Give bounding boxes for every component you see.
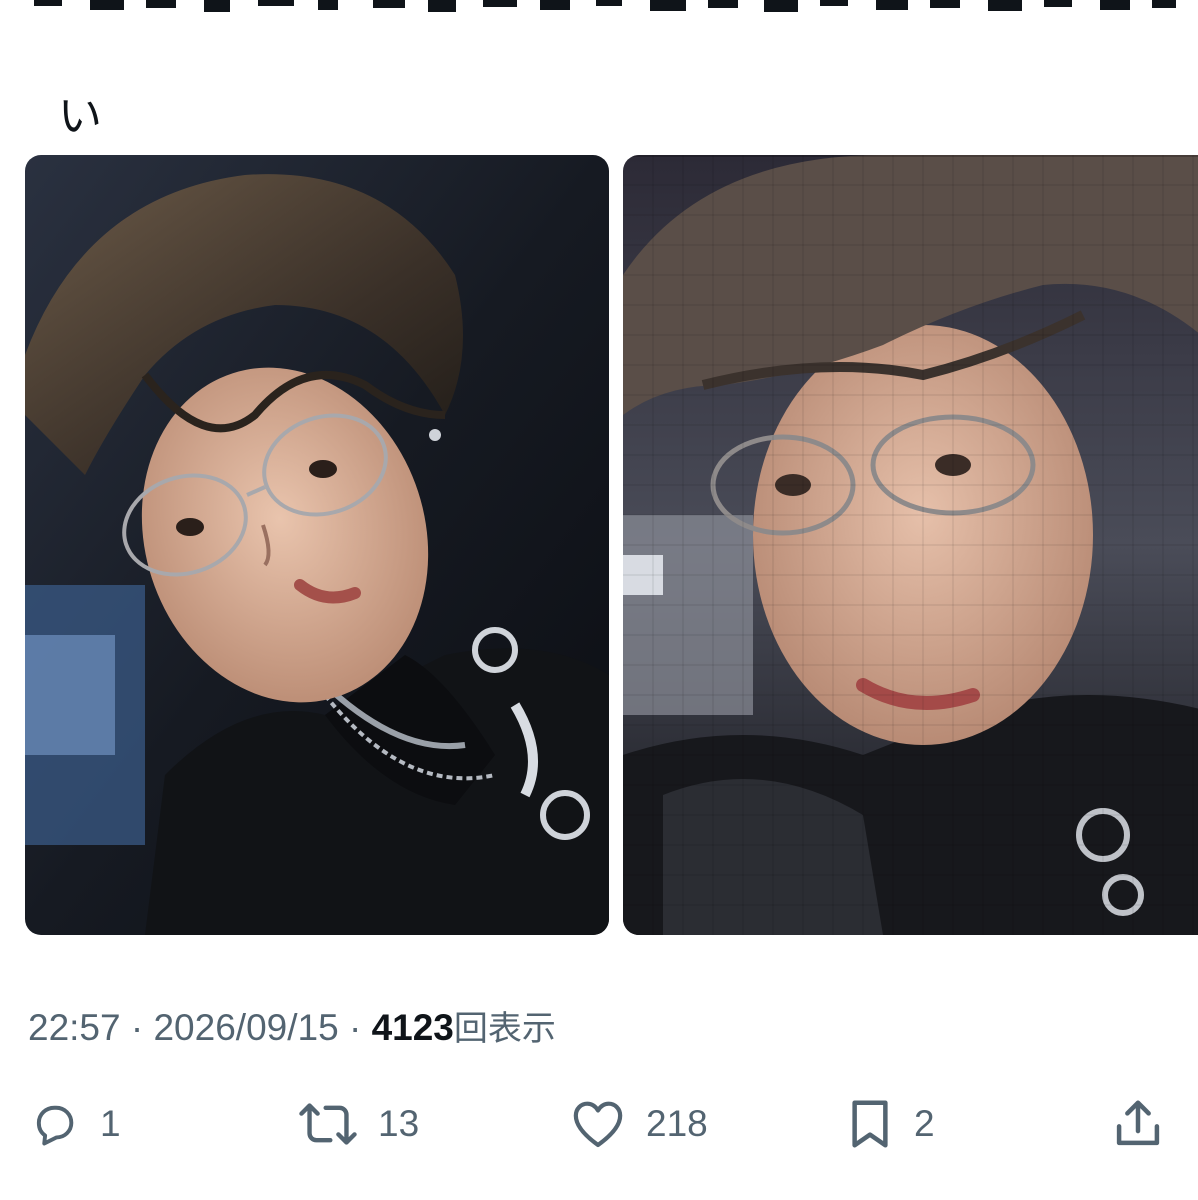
photo-portrait-clear-image <box>25 155 609 935</box>
repost-icon <box>298 1098 358 1150</box>
reply-count: 1 <box>100 1103 121 1144</box>
repost-button[interactable]: 13 <box>298 1092 419 1156</box>
meta-separator: · <box>348 1007 362 1048</box>
tweet-photo-1[interactable] <box>25 155 609 935</box>
reply-icon <box>28 1098 80 1150</box>
meta-separator: · <box>130 1007 144 1048</box>
tweet-meta: 22:57 · 2026/09/15 · 4123回表示 <box>28 1004 556 1053</box>
share-icon <box>1112 1098 1164 1150</box>
repost-count: 13 <box>378 1103 420 1144</box>
views-label: 回表示 <box>453 1009 556 1049</box>
bookmark-icon <box>846 1098 894 1150</box>
tweet-text: い <box>28 24 1188 148</box>
tweet-text-tail: い <box>57 91 103 142</box>
tweet-actions-bar: 1 13 218 2 <box>0 1092 1198 1156</box>
heart-icon <box>570 1098 626 1150</box>
share-button[interactable] <box>1112 1092 1164 1156</box>
views-count[interactable]: 4123 <box>372 1007 454 1048</box>
media-gallery <box>0 155 1198 935</box>
clipped-text-glyphs <box>34 0 1176 12</box>
bookmark-count: 2 <box>914 1103 935 1144</box>
like-button[interactable]: 218 <box>570 1092 708 1156</box>
reply-button[interactable]: 1 <box>28 1092 121 1156</box>
tweet-photo-2[interactable] <box>623 155 1198 935</box>
tweet-text-clipped-line <box>28 0 1178 22</box>
tweet-time[interactable]: 22:57 <box>28 1007 121 1048</box>
like-count: 218 <box>646 1103 708 1144</box>
photo-portrait-pixelated-image <box>623 155 1198 935</box>
tweet-date[interactable]: 2026/09/15 <box>153 1007 338 1048</box>
bookmark-button[interactable]: 2 <box>846 1092 935 1156</box>
